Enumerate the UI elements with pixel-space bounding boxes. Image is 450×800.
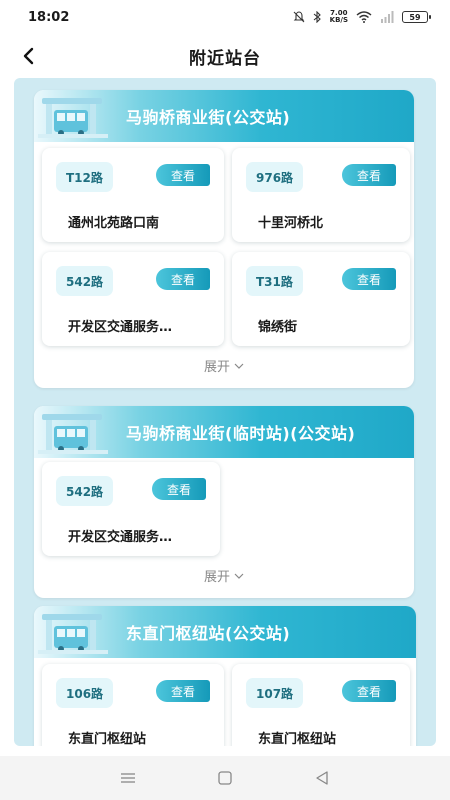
view-button[interactable]: 查看 xyxy=(342,164,396,186)
bus-station-illustration-icon xyxy=(38,414,108,454)
triangle-back-icon xyxy=(315,771,328,785)
stop-name: 开发区交通服务… xyxy=(68,530,173,545)
wifi-icon xyxy=(356,11,372,23)
header: 附近站台 xyxy=(0,34,450,78)
battery-icon: 59 xyxy=(402,11,431,23)
route-card[interactable]: 106路 查看 东直门枢纽站 xyxy=(42,664,224,746)
route-card[interactable]: T12路 查看 通州北苑路口南 xyxy=(42,148,224,242)
route-card[interactable]: 107路 查看 东直门枢纽站 xyxy=(232,664,410,746)
route-badge: 106路 xyxy=(56,678,114,708)
route-badge: 107路 xyxy=(246,678,304,708)
expand-toggle[interactable]: 展开 xyxy=(34,356,414,375)
system-nav-bar xyxy=(0,756,450,800)
station-card: 马驹桥商业街(公交站) T12路 查看 通州北苑路口南 976路 查看 十里河桥… xyxy=(34,90,414,388)
signal-icon xyxy=(381,11,394,23)
station-card: 东直门枢纽站(公交站) 106路 查看 东直门枢纽站 107路 查看 东直门枢纽… xyxy=(34,606,416,746)
back-button[interactable] xyxy=(14,42,42,70)
station-header: 马驹桥商业街(公交站) xyxy=(34,90,414,142)
route-badge: 976路 xyxy=(246,162,304,192)
chevron-down-icon xyxy=(234,363,244,369)
station-header: 东直门枢纽站(公交站) xyxy=(34,606,416,658)
route-card[interactable]: T31路 查看 锦绣街 xyxy=(232,252,410,346)
stop-name: 通州北苑路口南 xyxy=(68,216,160,231)
home-square-icon xyxy=(218,771,232,785)
chevron-down-icon xyxy=(234,573,244,579)
route-badge: T31路 xyxy=(246,266,303,296)
nav-home-button[interactable] xyxy=(210,763,240,793)
route-card[interactable]: 976路 查看 十里河桥北 xyxy=(232,148,410,242)
view-button[interactable]: 查看 xyxy=(156,268,210,290)
station-name: 东直门枢纽站(公交站) xyxy=(126,624,291,643)
nav-menu-button[interactable] xyxy=(113,763,143,793)
route-badge: T12路 xyxy=(56,162,113,192)
station-header: 马驹桥商业街(临时站)(公交站) xyxy=(34,406,414,458)
stop-name: 东直门枢纽站 xyxy=(68,732,147,746)
route-badge: 542路 xyxy=(56,266,114,296)
expand-label: 展开 xyxy=(203,360,230,375)
stop-name: 十里河桥北 xyxy=(258,216,324,231)
route-card[interactable]: 542路 查看 开发区交通服务… xyxy=(42,462,220,556)
station-name: 马驹桥商业街(公交站) xyxy=(126,108,291,127)
station-card: 马驹桥商业街(临时站)(公交站) 542路 查看 开发区交通服务… 展开 xyxy=(34,406,414,598)
network-speed: 7.00 KB/S xyxy=(329,9,348,24)
nav-back-button[interactable] xyxy=(307,763,337,793)
mute-icon xyxy=(293,11,305,23)
stop-name: 开发区交通服务… xyxy=(68,320,173,335)
status-bar: 18:02 7.00 KB/S 59 xyxy=(0,0,450,34)
stop-name: 东直门枢纽站 xyxy=(258,732,337,746)
view-button[interactable]: 查看 xyxy=(342,680,396,702)
view-button[interactable]: 查看 xyxy=(152,478,206,500)
bus-station-illustration-icon xyxy=(38,614,108,654)
bus-station-illustration-icon xyxy=(38,98,108,138)
route-card[interactable]: 542路 查看 开发区交通服务… xyxy=(42,252,224,346)
stop-name: 锦绣街 xyxy=(258,320,298,335)
bluetooth-icon xyxy=(313,11,321,23)
chevron-left-icon xyxy=(23,47,34,65)
route-badge: 542路 xyxy=(56,476,114,506)
menu-icon xyxy=(121,773,136,783)
station-name: 马驹桥商业街(临时站)(公交站) xyxy=(126,424,356,443)
expand-label: 展开 xyxy=(203,570,230,585)
expand-toggle[interactable]: 展开 xyxy=(34,566,414,585)
view-button[interactable]: 查看 xyxy=(342,268,396,290)
page-title: 附近站台 xyxy=(189,48,261,69)
station-list[interactable]: 马驹桥商业街(公交站) T12路 查看 通州北苑路口南 976路 查看 十里河桥… xyxy=(14,78,436,746)
status-icons: 7.00 KB/S 59 xyxy=(293,9,431,24)
view-button[interactable]: 查看 xyxy=(156,680,210,702)
status-time: 18:02 xyxy=(28,9,70,25)
view-button[interactable]: 查看 xyxy=(156,164,210,186)
